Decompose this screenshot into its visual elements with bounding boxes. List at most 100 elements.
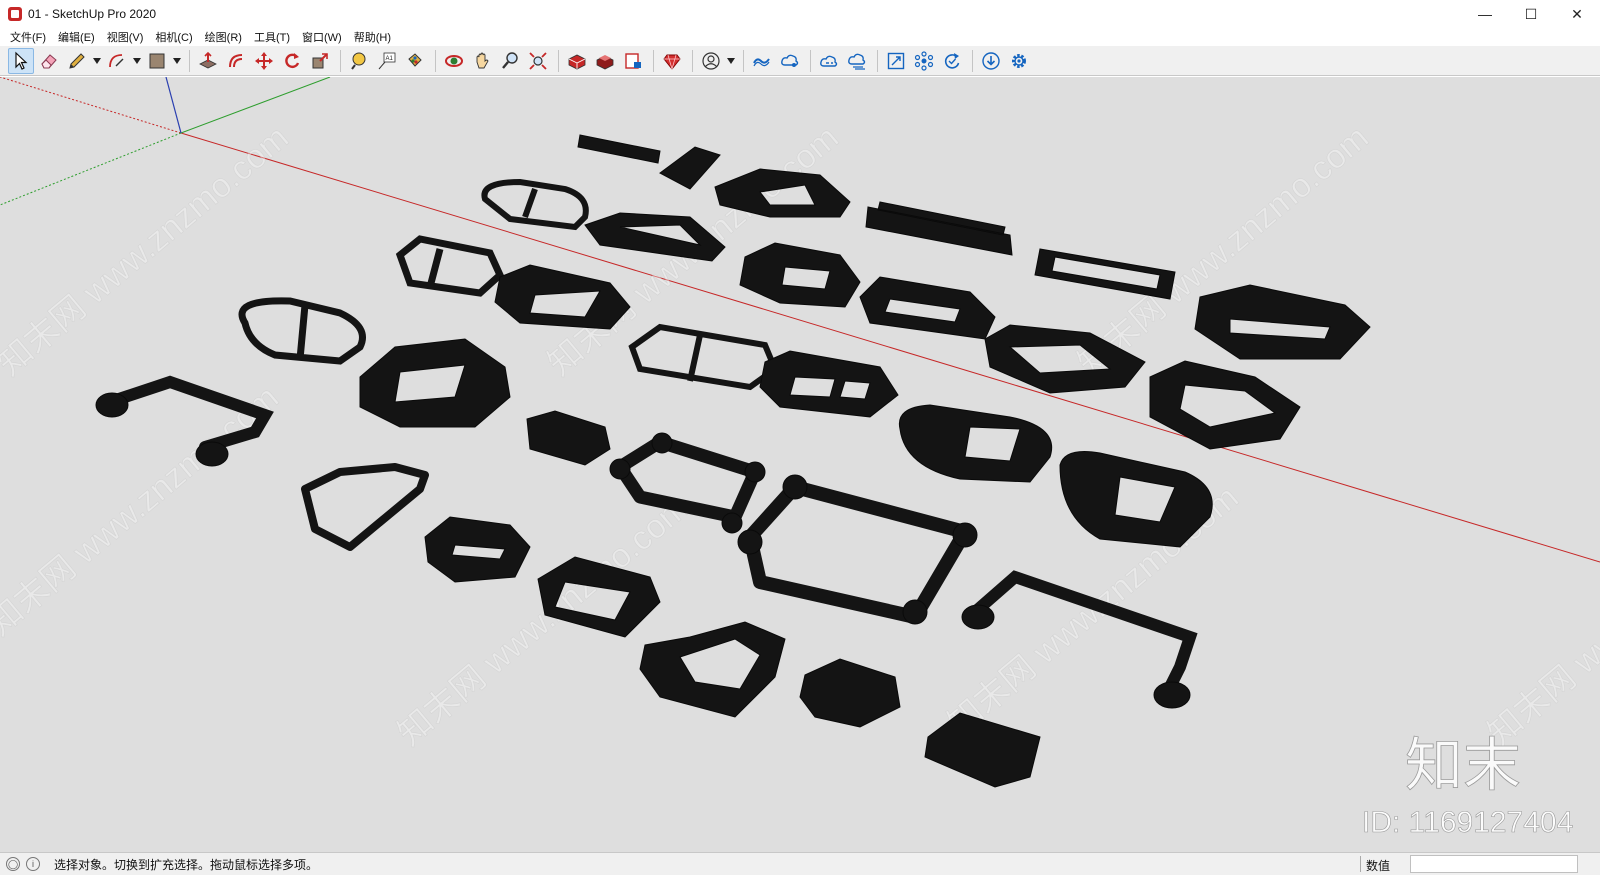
- menu-help[interactable]: 帮助(H): [348, 29, 397, 45]
- bar-slider: [865, 201, 1013, 256]
- handle-knob: [195, 441, 229, 467]
- settings-button[interactable]: [1006, 48, 1032, 74]
- rectangle-icon: [149, 53, 165, 68]
- menu-file[interactable]: 文件(F): [4, 29, 52, 45]
- d-ring-strap-buckle: [1059, 451, 1213, 548]
- menu-view[interactable]: 视图(V): [101, 29, 150, 45]
- arc-tool-dropdown[interactable]: [132, 48, 142, 74]
- strap-end-piece: [577, 134, 661, 164]
- layout-button[interactable]: [620, 48, 646, 74]
- components-icon: [914, 50, 934, 71]
- trimble-share-button[interactable]: [777, 48, 803, 74]
- menu-window[interactable]: 窗口(W): [296, 29, 348, 45]
- rotate-icon: [285, 52, 300, 68]
- orbit-icon: [445, 54, 463, 67]
- trimble-share-icon: [781, 54, 799, 67]
- toolbar-separator: [340, 49, 341, 72]
- d-ring-triangle-buckle: [898, 404, 1052, 483]
- minimize-button[interactable]: —: [1462, 0, 1508, 28]
- measurements-input[interactable]: [1410, 855, 1578, 873]
- frame-knuckle: [902, 599, 928, 625]
- arc-tool-button[interactable]: [104, 48, 130, 74]
- offset-tool-button[interactable]: [223, 48, 249, 74]
- account-dropdown[interactable]: [726, 48, 736, 74]
- text-tool-button[interactable]: A1: [374, 48, 400, 74]
- toolbar-separator: [972, 49, 973, 72]
- rectangle-tool-button[interactable]: [144, 48, 170, 74]
- eraser-tool-button[interactable]: [36, 48, 62, 74]
- title-bar: 01 - SketchUp Pro 2020 — ☐ ✕: [0, 0, 1600, 28]
- strap-clip: [659, 146, 721, 190]
- settings-icon: [1012, 53, 1026, 68]
- extension-warehouse-button[interactable]: [592, 48, 618, 74]
- handle-knob: [95, 392, 129, 418]
- rounded-square-buckle: [739, 242, 861, 308]
- menu-camera[interactable]: 相机(C): [149, 29, 198, 45]
- cloud-sync-button[interactable]: [844, 48, 870, 74]
- chevron-down-icon: [173, 57, 181, 64]
- scale-tool-button[interactable]: [307, 48, 333, 74]
- chevron-down-icon: [727, 57, 735, 64]
- refresh-button[interactable]: [939, 48, 965, 74]
- toolbar-separator: [743, 49, 744, 72]
- svg-text:A1: A1: [386, 56, 394, 62]
- geo-location-icon[interactable]: ◯: [6, 857, 20, 871]
- components-button[interactable]: [911, 48, 937, 74]
- ruby-console-button[interactable]: [659, 48, 685, 74]
- menu-tools[interactable]: 工具(T): [248, 29, 296, 45]
- status-divider: [1360, 856, 1361, 872]
- paint-bucket-tool-button[interactable]: [402, 48, 428, 74]
- pan-icon: [476, 52, 489, 68]
- tape-measure-tool-button[interactable]: [346, 48, 372, 74]
- push-pull-tool-button[interactable]: [195, 48, 221, 74]
- model-viewport[interactable]: 知末网 www.znzmo.com: [0, 77, 1600, 852]
- rectangular-ring-buckle: [1034, 248, 1176, 300]
- tape-measure-icon: [351, 52, 366, 70]
- toolbar-separator: [877, 49, 878, 72]
- ruby-icon: [663, 54, 681, 70]
- offset-icon: [229, 53, 243, 67]
- info-icon[interactable]: i: [26, 857, 40, 871]
- pan-tool-button[interactable]: [469, 48, 495, 74]
- menu-edit[interactable]: 编辑(E): [52, 29, 101, 45]
- knuckle-frame: [613, 435, 762, 524]
- shape-tool-dropdown[interactable]: [172, 48, 182, 74]
- mounting-plate: [799, 658, 901, 728]
- menu-draw[interactable]: 绘图(R): [199, 29, 248, 45]
- toolbar-separator: [558, 49, 559, 72]
- zoom-tool-button[interactable]: [497, 48, 523, 74]
- frame-knuckle: [744, 461, 766, 483]
- small-clip-block: [526, 410, 611, 466]
- close-button[interactable]: ✕: [1554, 0, 1600, 28]
- zoom-extents-tool-button[interactable]: [525, 48, 551, 74]
- 3d-warehouse-button[interactable]: [564, 48, 590, 74]
- zoom-extents-icon: [529, 51, 547, 70]
- fit-icon: [887, 52, 905, 69]
- triangle-strap-clip: [301, 463, 429, 551]
- select-tool-button[interactable]: [8, 47, 34, 74]
- trimble-connect-button[interactable]: [749, 48, 775, 74]
- cloud-sync-icon: [848, 53, 866, 70]
- download-button[interactable]: [978, 48, 1004, 74]
- id-watermark: ID: 1169127404: [1362, 806, 1573, 839]
- line-tool-dropdown[interactable]: [92, 48, 102, 74]
- maximize-button[interactable]: ☐: [1508, 0, 1554, 28]
- sketchup-logo-icon: [8, 7, 22, 21]
- cloud-upload-button[interactable]: [816, 48, 842, 74]
- toolbar-separator: [653, 49, 654, 72]
- account-icon: [702, 51, 720, 70]
- move-tool-button[interactable]: [251, 48, 277, 74]
- account-button[interactable]: [698, 48, 724, 74]
- line-tool-button[interactable]: [64, 48, 90, 74]
- frame-knuckle: [721, 512, 743, 534]
- rotate-tool-button[interactable]: [279, 48, 305, 74]
- window-controls: — ☐ ✕: [1462, 0, 1600, 28]
- orbit-tool-button[interactable]: [441, 48, 467, 74]
- menu-bar: 文件(F) 编辑(E) 视图(V) 相机(C) 绘图(R) 工具(T) 窗口(W…: [0, 28, 1600, 46]
- oval-slot-ring: [1194, 284, 1371, 360]
- frame-knuckle: [782, 474, 808, 500]
- fit-view-button[interactable]: [883, 48, 909, 74]
- side-release-clip: [639, 621, 786, 718]
- frame-knuckle: [737, 529, 763, 555]
- red-axis-negative: [0, 77, 182, 134]
